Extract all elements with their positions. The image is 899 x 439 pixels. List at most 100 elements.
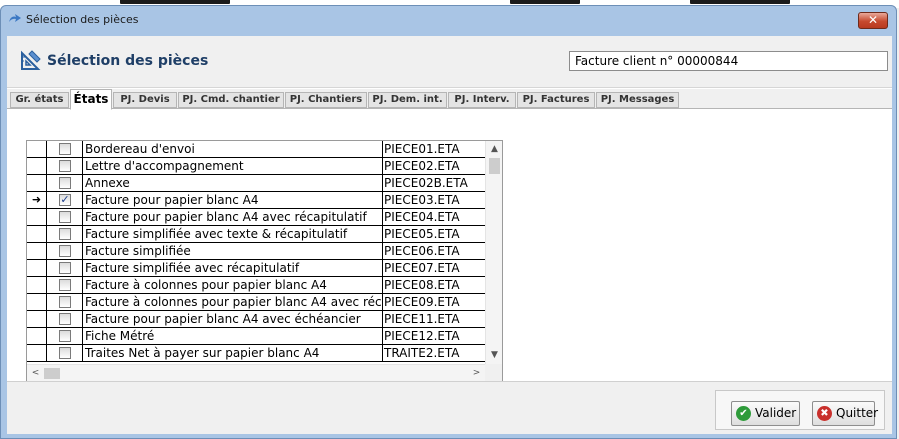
row-checkbox[interactable]: ✓ <box>59 194 71 206</box>
row-file: PIECE01.ETA <box>384 142 460 156</box>
tab-pj-dem-int[interactable]: PJ. Dem. int. <box>368 92 447 108</box>
scroll-left-arrow[interactable]: < <box>27 365 44 382</box>
table-row[interactable]: Facture pour papier blanc A4 avec récapi… <box>27 209 485 226</box>
row-indicator <box>27 158 47 174</box>
row-checkbox[interactable] <box>59 228 71 240</box>
row-file: PIECE02B.ETA <box>384 176 468 190</box>
row-checkbox[interactable] <box>59 279 71 291</box>
row-name: Annexe <box>83 175 383 191</box>
row-checkbox[interactable] <box>59 347 71 359</box>
quit-button[interactable]: ✖ Quitter <box>812 401 879 426</box>
row-file: PIECE09.ETA <box>384 295 460 309</box>
table-row[interactable]: Facture pour papier blanc A4 avec échéan… <box>27 311 485 328</box>
drafting-icon <box>21 50 41 70</box>
row-checkbox[interactable] <box>59 177 71 189</box>
check-icon: ✔ <box>736 406 751 421</box>
dialog-content: Sélection des pièces Facture client n° 0… <box>7 36 892 434</box>
table-row[interactable]: Traites Net à payer sur papier blanc A4 T… <box>27 345 485 362</box>
row-checkbox-cell <box>47 175 83 191</box>
tab-pj-messages[interactable]: PJ. Messages <box>596 92 679 108</box>
row-indicator <box>27 141 47 157</box>
row-checkbox-cell <box>47 328 83 344</box>
documents-grid: Bordereau d'envoi PIECE01.ETA Lettre d'acc… <box>26 140 503 381</box>
row-indicator <box>27 209 47 225</box>
row-file: PIECE03.ETA <box>384 193 460 207</box>
cancel-icon: ✖ <box>817 406 832 421</box>
row-name: Traites Net à payer sur papier blanc A4 <box>83 345 383 361</box>
row-checkbox[interactable] <box>59 330 71 342</box>
row-checkbox[interactable] <box>59 296 71 308</box>
row-checkbox[interactable] <box>59 211 71 223</box>
row-indicator <box>27 175 47 191</box>
dialog-window: Sélection des pièces ✕ Sélection des piè… <box>0 5 897 439</box>
row-name: Facture simplifiée avec récapitulatif <box>83 260 383 276</box>
row-checkbox-cell <box>47 277 83 293</box>
row-file: PIECE12.ETA <box>384 329 460 343</box>
tab-pj-chantiers[interactable]: PJ. Chantiers <box>285 92 367 108</box>
row-name: Facture à colonnes pour papier blanc A4 … <box>85 294 383 310</box>
row-indicator <box>27 226 47 242</box>
tab-pj-factures[interactable]: PJ. Factures <box>517 92 595 108</box>
row-checkbox[interactable] <box>59 245 71 257</box>
row-name: Facture simplifiée avec texte & récapitu… <box>83 226 383 242</box>
row-file: PIECE07.ETA <box>384 261 460 275</box>
row-checkbox-cell <box>47 141 83 157</box>
row-checkbox[interactable] <box>59 160 71 172</box>
row-file: PIECE04.ETA <box>384 210 460 224</box>
scrollbar-corner <box>485 364 502 381</box>
row-name: Facture simplifiée <box>83 243 383 259</box>
row-checkbox-cell <box>47 294 83 310</box>
validate-button-label: Valider <box>755 406 797 420</box>
row-checkbox[interactable] <box>59 262 71 274</box>
row-indicator: ➜ <box>27 192 47 208</box>
table-row[interactable]: Facture à colonnes pour papier blanc A4 … <box>27 294 485 311</box>
row-name: Facture pour papier blanc A4 <box>83 192 383 208</box>
window-title: Sélection des pièces <box>26 13 139 26</box>
table-row[interactable]: Facture simplifiée avec texte & récapitu… <box>27 226 485 243</box>
row-name: Facture à colonnes pour papier blanc A4 <box>83 277 383 293</box>
horizontal-scroll-thumb[interactable] <box>44 368 60 379</box>
row-file: PIECE06.ETA <box>384 244 460 258</box>
button-group: ✔ Valider ✖ Quitter <box>715 390 885 430</box>
table-row[interactable]: ➜ ✓ Facture pour papier blanc A4 PIECE03.… <box>27 192 485 209</box>
tab-gr-etats[interactable]: Gr. états <box>10 92 69 108</box>
quit-button-label: Quitter <box>836 406 879 420</box>
row-file: PIECE02.ETA <box>384 159 460 173</box>
row-name: Fiche Métré <box>83 328 383 344</box>
tab-bar: Gr. états États PJ. Devis PJ. Cmd. chant… <box>7 89 892 110</box>
table-row[interactable]: Lettre d'accompagnement PIECE02.ETA <box>27 158 485 175</box>
table-row[interactable]: Facture simplifiée avec récapitulatif PIE… <box>27 260 485 277</box>
row-checkbox-cell <box>47 226 83 242</box>
vertical-scroll-thumb[interactable] <box>489 158 500 174</box>
row-indicator <box>27 277 47 293</box>
scroll-right-arrow[interactable]: > <box>468 365 485 382</box>
row-checkbox[interactable] <box>59 313 71 325</box>
row-indicator <box>27 311 47 327</box>
row-file: PIECE11.ETA <box>384 312 460 326</box>
title-bar[interactable]: Sélection des pièces ✕ <box>1 6 896 32</box>
table-row[interactable]: Fiche Métré PIECE12.ETA <box>27 328 485 345</box>
table-row[interactable]: Bordereau d'envoi PIECE01.ETA <box>27 141 485 158</box>
scroll-down-arrow[interactable]: ▼ <box>486 347 503 364</box>
tab-etats[interactable]: États <box>70 89 112 110</box>
tab-pj-interv[interactable]: PJ. Interv. <box>448 92 516 108</box>
tab-pj-devis[interactable]: PJ. Devis <box>113 92 177 108</box>
table-row[interactable]: Facture à colonnes pour papier blanc A4 P… <box>27 277 485 294</box>
app-icon <box>9 14 21 22</box>
horizontal-scrollbar[interactable]: < > <box>27 364 485 381</box>
table-row[interactable]: Annexe PIECE02B.ETA <box>27 175 485 192</box>
tab-pj-cmd-chantier[interactable]: PJ. Cmd. chantier <box>178 92 284 108</box>
row-checkbox[interactable] <box>59 143 71 155</box>
footer-area: ✔ Valider ✖ Quitter <box>7 381 892 434</box>
row-checkbox-cell <box>47 345 83 361</box>
close-button[interactable]: ✕ <box>858 12 888 29</box>
row-checkbox-cell: ✓ <box>47 192 83 208</box>
grid-rows: Bordereau d'envoi PIECE01.ETA Lettre d'acc… <box>27 141 485 364</box>
row-file: TRAITE2.ETA <box>384 346 460 360</box>
vertical-scrollbar[interactable]: ▲ ▼ <box>485 141 502 364</box>
row-name: Bordereau d'envoi <box>83 141 383 157</box>
document-reference-field: Facture client n° 00000844 <box>569 51 888 71</box>
scroll-up-arrow[interactable]: ▲ <box>486 141 503 158</box>
validate-button[interactable]: ✔ Valider <box>731 401 800 426</box>
table-row[interactable]: Facture simplifiée PIECE06.ETA <box>27 243 485 260</box>
